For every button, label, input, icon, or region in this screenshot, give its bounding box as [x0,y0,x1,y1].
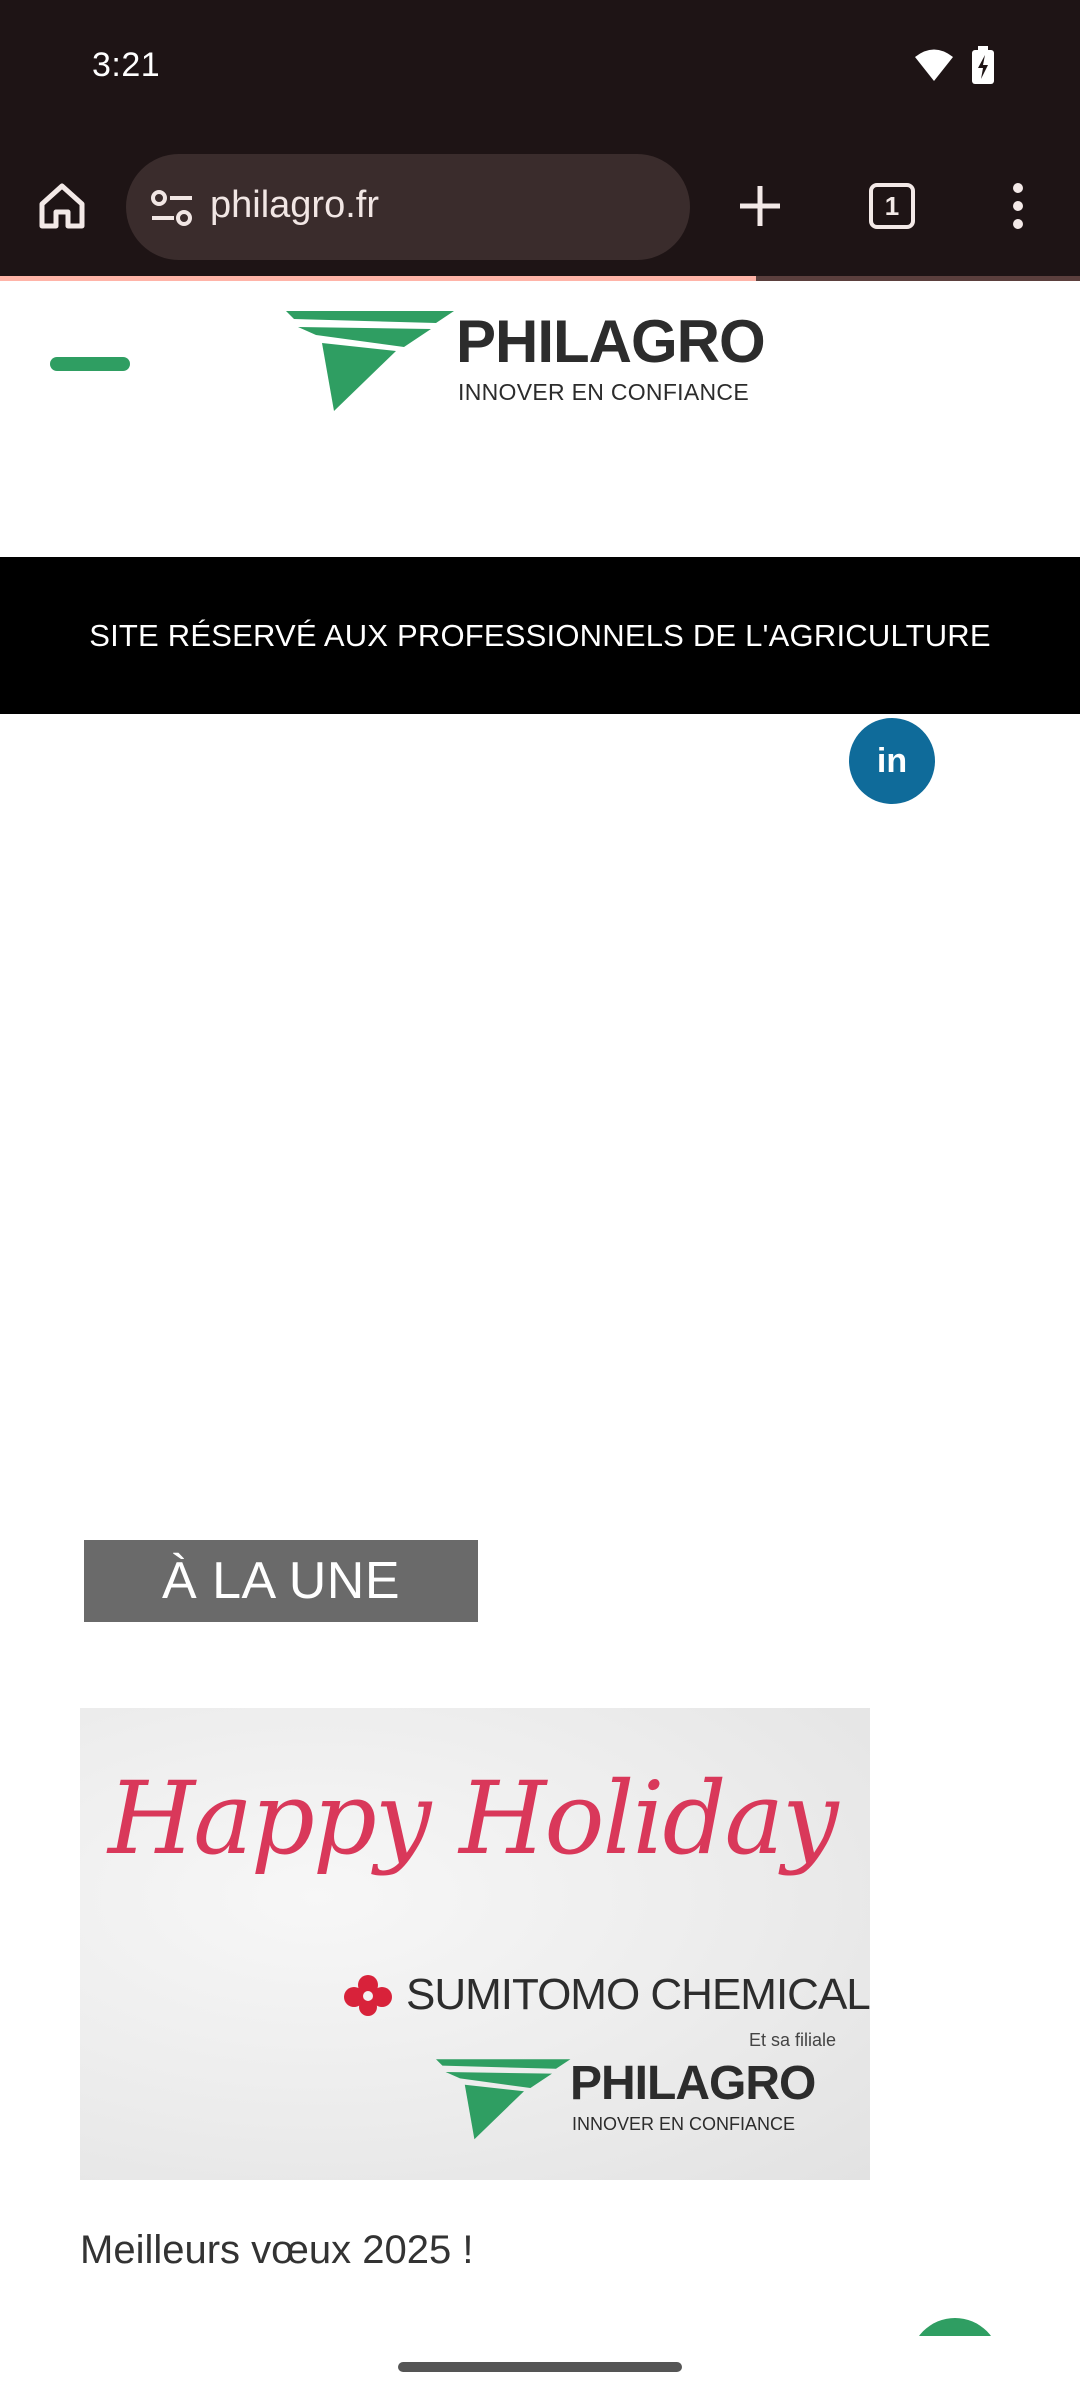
notice-text: SITE RÉSERVÉ AUX PROFESSIONNELS DE L'AGR… [89,617,991,653]
tab-switcher-button[interactable]: 1 [852,166,932,246]
linkedin-button[interactable]: in [849,718,935,804]
screen: 3:21 philagro.fr 1 PHILAGRO INNOVER EN C… [0,0,1080,2400]
status-icons [914,46,994,84]
logo-title: PHILAGRO [456,308,766,375]
linkedin-icon: in [876,741,908,780]
fab-clip [880,2336,1040,2400]
url-bar[interactable]: philagro.fr [126,154,690,260]
news-card-image[interactable]: Happy Holiday SUMITOMO CHEMICAL Et sa fi… [80,1708,870,2180]
wifi-icon [915,49,953,81]
gesture-navigation-bar[interactable] [398,2362,682,2372]
site-header: PHILAGRO INNOVER EN CONFIANCE [0,281,1080,557]
section-label-a-la-une: À LA UNE [84,1540,478,1622]
site-settings-icon [151,190,192,226]
more-menu-button[interactable] [978,166,1058,246]
browser-toolbar: philagro.fr 1 [0,136,1080,276]
news-card-title[interactable]: Meilleurs vœux 2025 ! [80,2228,473,2273]
news-card[interactable]: Happy Holiday SUMITOMO CHEMICAL Et sa fi… [80,1708,870,2272]
sumitomo-logo: SUMITOMO CHEMICAL [340,1970,870,2020]
new-tab-button[interactable] [720,166,800,246]
menu-bar-icon [50,357,130,371]
sumitomo-flower-icon [344,1975,392,2016]
subsidiary-note: Et sa filiale [748,2030,836,2050]
home-icon [39,183,85,229]
url-text[interactable]: philagro.fr [210,184,379,227]
battery-charging-icon [972,46,994,84]
holiday-greeting-text: Happy Holiday [108,1760,839,1877]
status-bar: 3:21 [0,0,1080,136]
card-philagro-logo: PHILAGRO INNOVER EN CONFIANCE [436,2056,856,2152]
logo-tagline: INNOVER EN CONFIANCE [458,379,749,405]
card-logo-tagline: INNOVER EN CONFIANCE [572,2114,796,2134]
philagro-logo-mark [286,311,454,411]
tab-switcher-icon: 1 [869,183,915,229]
card-logo-title: PHILAGRO [570,2057,816,2110]
more-vert-icon [1013,183,1023,229]
site-logo[interactable]: PHILAGRO INNOVER EN CONFIANCE [286,307,796,427]
section-label-text: À LA UNE [161,1552,401,1610]
philagro-logo-mark [436,2059,571,2140]
professional-notice-banner: SITE RÉSERVÉ AUX PROFESSIONNELS DE L'AGR… [0,557,1080,714]
home-button[interactable] [22,166,102,246]
plus-icon [740,186,780,226]
site-settings-button[interactable] [144,180,200,236]
sumitomo-text: SUMITOMO CHEMICAL [406,1970,870,2019]
status-time: 3:21 [92,46,161,84]
menu-toggle-button[interactable] [50,357,134,375]
